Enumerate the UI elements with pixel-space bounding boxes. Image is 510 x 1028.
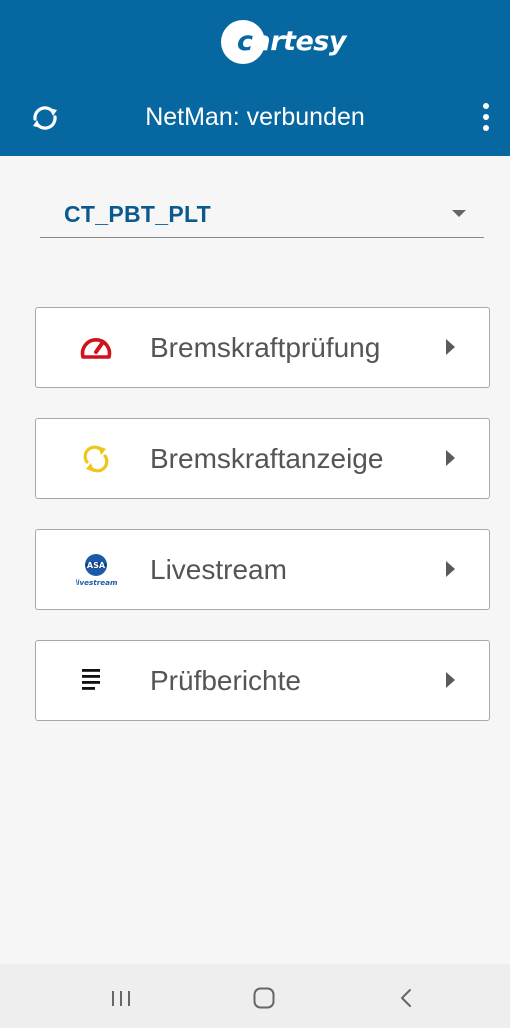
menu-item-bremskraftpruefung[interactable]: Bremskraftprüfung <box>35 307 490 388</box>
cartesy-logo: cartesy <box>221 20 346 66</box>
menu-item-livestream[interactable]: ASA livestream Livestream <box>35 529 490 610</box>
svg-text:ASA: ASA <box>87 561 106 570</box>
overflow-menu-icon[interactable] <box>478 100 494 134</box>
system-navigation-bar <box>0 964 510 1028</box>
dropdown-arrow-icon <box>452 210 466 217</box>
menu-item-bremskraftanzeige[interactable]: Bremskraftanzeige <box>35 418 490 499</box>
chevron-right-icon <box>446 339 455 355</box>
chevron-right-icon <box>446 450 455 466</box>
menu-item-label: Prüfberichte <box>150 665 301 696</box>
selected-device: CT_PBT_PLT <box>64 201 211 227</box>
device-dropdown[interactable]: CT_PBT_PLT <box>40 193 484 238</box>
list-lines-icon <box>76 663 116 699</box>
speedometer-icon <box>76 330 116 366</box>
menu-item-label: Livestream <box>150 554 287 585</box>
menu-item-label: Bremskraftprüfung <box>150 332 381 363</box>
menu-item-label: Bremskraftanzeige <box>150 443 384 474</box>
recent-apps-icon[interactable] <box>110 986 132 1010</box>
logo-text: cartesy <box>237 26 346 57</box>
connection-status-title: NetMan: verbunden <box>145 103 365 131</box>
home-icon[interactable] <box>252 986 276 1010</box>
back-icon[interactable] <box>398 986 414 1010</box>
chevron-right-icon <box>446 672 455 688</box>
chevron-right-icon <box>446 561 455 577</box>
livestream-logo-icon: ASA livestream <box>75 552 118 588</box>
svg-text:livestream: livestream <box>76 578 118 587</box>
menu-item-pruefberichte[interactable]: Prüfberichte <box>35 640 490 721</box>
refresh-icon <box>76 441 116 477</box>
app-bar: cartesy NetMan: verbunden <box>0 0 510 156</box>
